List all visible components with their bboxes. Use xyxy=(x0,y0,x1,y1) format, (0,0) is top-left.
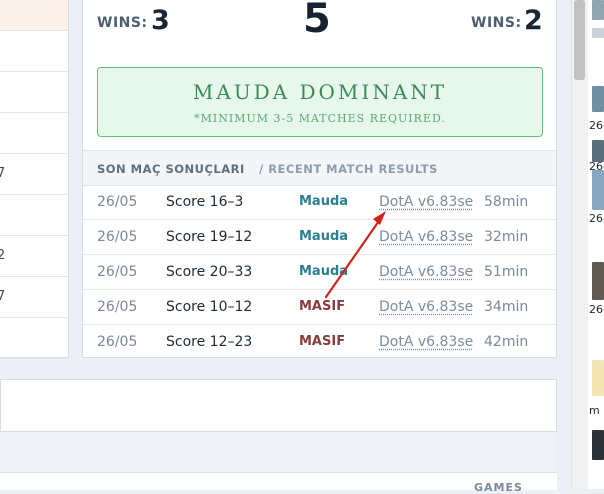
sidebar-date: 26- xyxy=(589,119,604,132)
sidebar-text: m xyxy=(589,404,600,417)
sidebar-thumbnail[interactable] xyxy=(592,140,604,162)
sidebar-thumbnail[interactable] xyxy=(592,86,604,112)
sidebar-date: 26- xyxy=(589,212,604,225)
sidebar-thumbnail[interactable] xyxy=(592,28,604,38)
games-label: GAMES xyxy=(474,481,523,494)
lower-strip xyxy=(0,432,557,473)
sidebar-thumbnail[interactable] xyxy=(592,360,604,396)
scrollbar-thumb[interactable] xyxy=(574,0,585,80)
sidebar-date: 26- xyxy=(589,303,604,316)
sidebar-thumbnail[interactable] xyxy=(592,430,604,460)
sidebar-thumbnail[interactable] xyxy=(592,262,604,300)
sidebar-thumbnail[interactable] xyxy=(592,170,604,210)
lower-panel xyxy=(0,379,557,432)
sidebar-thumbnail[interactable] xyxy=(592,0,604,20)
